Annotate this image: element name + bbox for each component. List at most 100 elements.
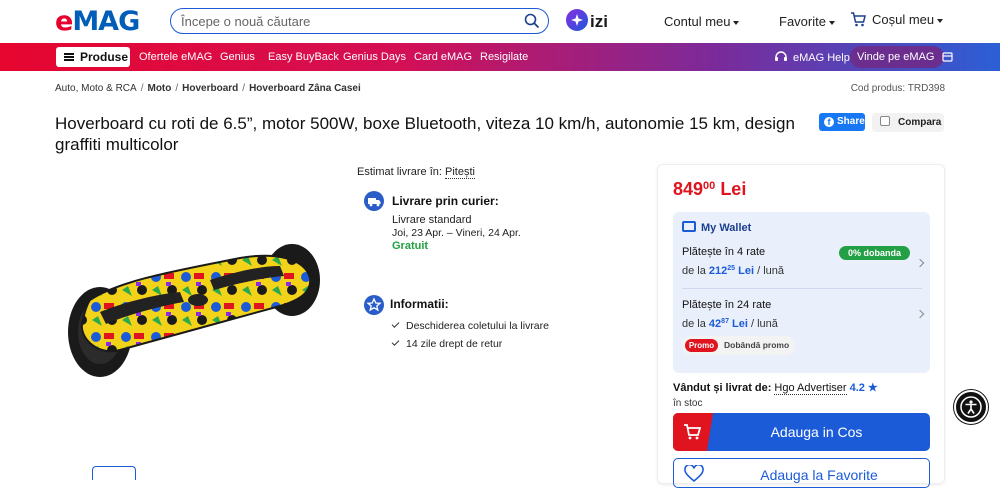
help-label: eMAG Help bbox=[793, 52, 850, 64]
cart-label: Coșul meu bbox=[872, 12, 935, 27]
add-to-cart-button[interactable]: Adauga in Cos bbox=[673, 413, 930, 451]
search-input[interactable] bbox=[181, 11, 511, 31]
check-icon bbox=[391, 338, 400, 346]
chevron-down-icon bbox=[937, 18, 944, 23]
add-to-favorites-button[interactable]: Adauga la Favorite bbox=[673, 458, 930, 488]
star-icon bbox=[364, 295, 384, 315]
stock-status: în stoc bbox=[673, 398, 703, 409]
rate-amount-main: 212 bbox=[708, 265, 728, 277]
rate-prefix: de la bbox=[682, 265, 706, 277]
search-bar bbox=[170, 8, 549, 34]
rate-amount-cents: 87 bbox=[721, 318, 729, 325]
top-header: eMAG izi Contul meu Favorite Coșul meu bbox=[0, 0, 1000, 43]
products-label: Produse bbox=[80, 50, 129, 64]
hamburger-icon bbox=[64, 53, 74, 61]
breadcrumb-item[interactable]: Hoverboard bbox=[182, 83, 238, 94]
wallet-icon bbox=[682, 221, 696, 232]
compare-checkbox[interactable] bbox=[880, 116, 890, 126]
facebook-icon: f bbox=[824, 117, 834, 127]
account-label: Contul meu bbox=[664, 14, 731, 29]
delivery-estimate: Estimat livrare în: Pitești bbox=[357, 166, 475, 179]
wallet-title: My Wallet bbox=[701, 222, 752, 234]
rate-title: Plătește în 24 rate bbox=[682, 299, 772, 311]
rate-amount-cents: 25 bbox=[727, 265, 736, 272]
nav-item-easy-buyback[interactable]: Easy BuyBack bbox=[268, 51, 339, 63]
accessibility-icon bbox=[960, 396, 982, 423]
rate-prefix: de la bbox=[682, 318, 706, 330]
rate-amount: 21225 Lei bbox=[709, 265, 754, 277]
rate-subtitle: de la 21225 Lei / lună bbox=[682, 265, 784, 277]
logo-e: e bbox=[55, 6, 73, 37]
promo-tag: Promo bbox=[685, 339, 718, 352]
info-item-label: Deschiderea coletului la livrare bbox=[406, 320, 549, 332]
emag-logo[interactable]: eMAG bbox=[55, 6, 140, 37]
compare-toggle[interactable]: Compara bbox=[872, 113, 944, 132]
delivery-city-link[interactable]: Pitești bbox=[445, 166, 475, 179]
standard-delivery-label: Livrare standard bbox=[392, 214, 472, 226]
accessibility-button[interactable] bbox=[954, 390, 988, 424]
breadcrumb: Auto, Moto & RCA / Moto / Hoverboard / Hoverbo… bbox=[55, 83, 361, 94]
izi-label: izi bbox=[590, 12, 608, 31]
seller-rating: 4.2 ★ bbox=[849, 382, 878, 394]
sell-on-emag-button[interactable]: Vinde pe eMAG bbox=[850, 46, 953, 68]
favorites-label: Favorite bbox=[779, 14, 826, 29]
nav-item-card-emag[interactable]: Card eMAG bbox=[414, 51, 472, 63]
izi-assistant-button[interactable]: izi bbox=[566, 8, 616, 34]
seller-name-link[interactable]: Hgo Advertiser bbox=[774, 382, 847, 395]
courier-details: Livrare standard Joi, 23 Apr. – Vineri, … bbox=[392, 214, 521, 253]
rate-amount: 4287 Lei bbox=[709, 318, 748, 330]
delivery-truck-icon bbox=[364, 191, 384, 211]
zero-interest-badge: 0% dobanda bbox=[839, 246, 910, 260]
breadcrumb-separator: / bbox=[175, 83, 179, 94]
favorites-menu[interactable]: Favorite bbox=[779, 14, 835, 29]
main-navbar: Produse Ofertele eMAG Genius Easy BuyBac… bbox=[0, 43, 1000, 71]
facebook-share-button[interactable]: f Share bbox=[819, 113, 865, 131]
rate-suffix: / lună bbox=[757, 265, 785, 277]
headset-icon bbox=[774, 50, 788, 67]
promo-badge: Promo Dobândă promo bbox=[682, 336, 795, 355]
price-currency: Lei bbox=[720, 179, 747, 199]
help-link[interactable]: eMAG Help bbox=[774, 50, 850, 67]
nav-item-genius-days[interactable]: Genius Days bbox=[343, 51, 406, 63]
chevron-right-icon bbox=[915, 309, 925, 319]
breadcrumb-separator: / bbox=[140, 83, 144, 94]
info-item: 14 zile drept de retur bbox=[391, 338, 503, 350]
rate-currency: Lei bbox=[738, 265, 755, 277]
logo-mag: MAG bbox=[72, 6, 140, 37]
product-title: Hoverboard cu roti de 6.5”, motor 500W, … bbox=[55, 114, 795, 154]
product-image[interactable] bbox=[60, 240, 330, 390]
account-menu[interactable]: Contul meu bbox=[664, 14, 740, 29]
cart-icon bbox=[850, 12, 866, 30]
nav-item-genius[interactable]: Genius bbox=[220, 51, 255, 63]
add-to-cart-label: Adauga in Cos bbox=[770, 424, 863, 440]
breadcrumb-item[interactable]: Auto, Moto & RCA bbox=[55, 83, 137, 94]
estimate-label: Estimat livrare în: bbox=[357, 166, 442, 178]
products-menu-button[interactable]: Produse bbox=[56, 47, 130, 67]
info-item: Deschiderea coletului la livrare bbox=[391, 320, 549, 332]
delivery-dates: Joi, 23 Apr. – Vineri, 24 Apr. bbox=[392, 227, 521, 239]
price-cents: 00 bbox=[703, 180, 716, 192]
izi-icon bbox=[566, 9, 588, 31]
breadcrumb-item[interactable]: Hoverboard Zâna Casei bbox=[249, 83, 361, 94]
breadcrumb-separator: / bbox=[242, 83, 246, 94]
breadcrumb-item[interactable]: Moto bbox=[147, 83, 171, 94]
seller-label: Vândut și livrat de: bbox=[673, 382, 772, 394]
my-wallet-panel: My Wallet Plătește în 4 rate 0% dobanda … bbox=[673, 212, 930, 373]
divider bbox=[682, 288, 922, 289]
chevron-down-icon bbox=[828, 20, 835, 25]
price-main: 849 bbox=[673, 179, 704, 199]
nav-item-offers[interactable]: Ofertele eMAG bbox=[139, 51, 212, 63]
rate-subtitle: de la 4287 Lei / lună bbox=[682, 318, 778, 330]
rate-title: Plătește în 4 rate bbox=[682, 246, 766, 258]
chevron-down-icon bbox=[733, 20, 740, 25]
nav-item-resigilate[interactable]: Resigilate bbox=[480, 51, 528, 63]
rate-amount-main: 42 bbox=[708, 318, 722, 330]
delivery-cost: Gratuit bbox=[392, 240, 429, 252]
info-item-label: 14 zile drept de retur bbox=[406, 338, 503, 350]
product-price: 84900 Lei bbox=[673, 179, 746, 200]
search-icon[interactable] bbox=[524, 13, 540, 34]
rate-suffix: / lună bbox=[751, 318, 778, 330]
cart-menu[interactable]: Coșul meu bbox=[850, 12, 944, 30]
product-thumbnail[interactable] bbox=[92, 466, 136, 480]
seller-info: Vândut și livrat de: Hgo Advertiser 4.2 ★ bbox=[673, 381, 878, 395]
